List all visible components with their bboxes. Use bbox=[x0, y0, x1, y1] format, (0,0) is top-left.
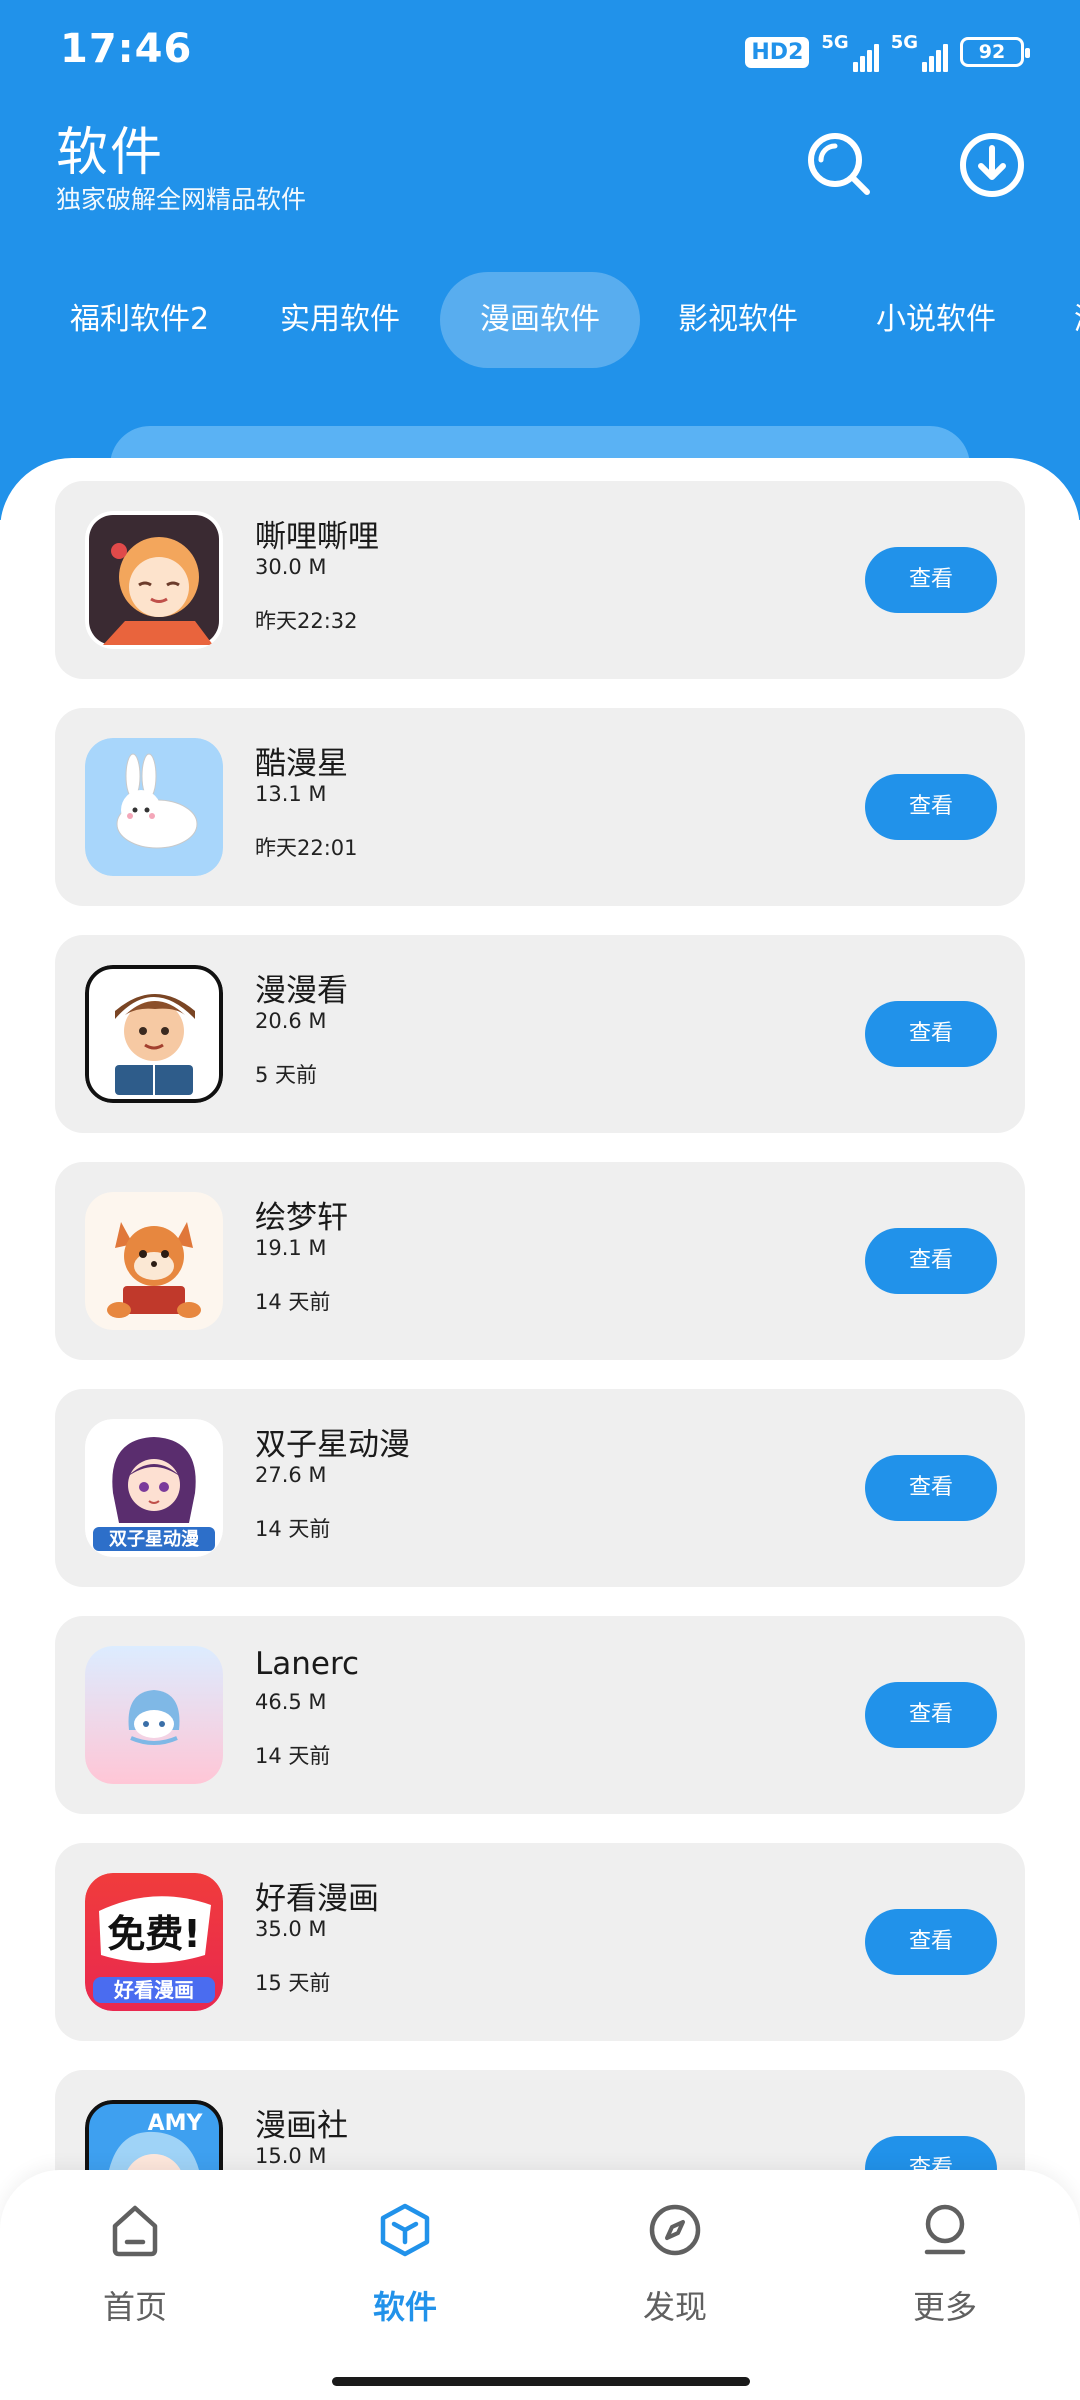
view-button[interactable]: 查看 bbox=[865, 1909, 997, 1975]
app-name: 好看漫画 bbox=[255, 1881, 379, 1917]
network-type-label: 5G bbox=[821, 32, 849, 53]
download-icon bbox=[960, 133, 1024, 197]
app-card[interactable]: 酷漫星 13.1 M 昨天22:01 查看 bbox=[55, 708, 1025, 906]
nav-more[interactable]: 更多 bbox=[855, 2200, 1035, 2350]
app-icon: 免费! 好看漫画 bbox=[85, 1873, 223, 2011]
app-updated-time: 14 天前 bbox=[255, 1744, 331, 1768]
tab-games[interactable]: 游 bbox=[1034, 272, 1080, 368]
nav-label: 软件 bbox=[372, 2288, 437, 2326]
compass-icon bbox=[649, 2204, 701, 2256]
icon-logo-text-2: 好看漫画 bbox=[113, 1978, 194, 2002]
app-size: 15.0 M bbox=[255, 2144, 327, 2168]
app-list-panel: 嘶哩嘶哩 30.0 M 昨天22:32 查看 酷漫星 13.1 M 昨天22:0… bbox=[0, 458, 1080, 2400]
bottom-nav: 首页 软件 发现 更多 bbox=[0, 2170, 1080, 2400]
home-indicator[interactable] bbox=[332, 2377, 750, 2386]
nav-label: 首页 bbox=[102, 2288, 167, 2326]
nav-discover[interactable]: 发现 bbox=[585, 2200, 765, 2350]
app-icon: 双子星动漫 bbox=[85, 1419, 223, 1557]
app-name: 漫画社 bbox=[255, 2108, 348, 2144]
view-button[interactable]: 查看 bbox=[865, 1001, 997, 1067]
app-card[interactable]: Lanerc 46.5 M 14 天前 查看 bbox=[55, 1616, 1025, 1814]
app-name: 酷漫星 bbox=[255, 746, 348, 782]
app-size: 13.1 M bbox=[255, 782, 327, 806]
app-card[interactable]: 双子星动漫 双子星动漫 27.6 M 14 天前 查看 bbox=[55, 1389, 1025, 1587]
status-bar: 17:46 HD2 5G 5G 92 bbox=[0, 0, 1080, 100]
nav-label: 发现 bbox=[642, 2288, 707, 2326]
app-updated-time: 昨天22:01 bbox=[255, 836, 358, 860]
icon-logo-text: 免费! bbox=[107, 1912, 200, 1956]
nav-home[interactable]: 首页 bbox=[45, 2200, 225, 2350]
search-button[interactable] bbox=[800, 125, 880, 205]
box-icon bbox=[380, 2203, 430, 2257]
app-card[interactable]: 漫漫看 20.6 M 5 天前 查看 bbox=[55, 935, 1025, 1133]
battery-icon: 92 bbox=[960, 37, 1030, 67]
app-size: 46.5 M bbox=[255, 1690, 327, 1714]
tab-welfare[interactable]: 福利软件2 bbox=[30, 272, 249, 368]
app-size: 30.0 M bbox=[255, 555, 327, 579]
user-icon bbox=[924, 2204, 966, 2255]
app-name: Lanerc bbox=[255, 1646, 360, 1682]
view-button[interactable]: 查看 bbox=[865, 1455, 997, 1521]
download-button[interactable] bbox=[952, 125, 1032, 205]
search-icon bbox=[808, 133, 870, 195]
app-icon bbox=[85, 511, 223, 649]
category-tabs: 福利软件2 实用软件 漫画软件 影视软件 小说软件 游 bbox=[0, 270, 1080, 370]
view-button[interactable]: 查看 bbox=[865, 1682, 997, 1748]
app-card[interactable]: 免费! 好看漫画 好看漫画 35.0 M 15 天前 查看 bbox=[55, 1843, 1025, 2041]
app-updated-time: 昨天22:32 bbox=[255, 609, 358, 633]
signal-icon: 5G bbox=[891, 32, 948, 72]
app-updated-time: 5 天前 bbox=[255, 1063, 318, 1087]
page-header: 软件 独家破解全网精品软件 bbox=[0, 100, 1080, 250]
view-button[interactable]: 查看 bbox=[865, 774, 997, 840]
tab-video[interactable]: 影视软件 bbox=[638, 272, 838, 368]
status-indicators: HD2 5G 5G 92 bbox=[745, 30, 1030, 74]
app-size: 20.6 M bbox=[255, 1009, 327, 1033]
hd-badge: HD2 bbox=[745, 36, 810, 68]
home-icon bbox=[112, 2205, 158, 2257]
page-title: 软件 bbox=[56, 123, 165, 183]
app-name: 绘梦轩 bbox=[255, 1200, 348, 1236]
app-icon bbox=[85, 1646, 223, 1784]
app-updated-time: 15 天前 bbox=[255, 1971, 331, 1995]
app-icon bbox=[85, 1192, 223, 1330]
tab-utility[interactable]: 实用软件 bbox=[240, 272, 440, 368]
view-button[interactable]: 查看 bbox=[865, 1228, 997, 1294]
view-button[interactable]: 查看 bbox=[865, 547, 997, 613]
app-icon bbox=[85, 965, 223, 1103]
app-size: 35.0 M bbox=[255, 1917, 327, 1941]
status-time: 17:46 bbox=[60, 26, 193, 72]
app-name: 漫漫看 bbox=[255, 973, 348, 1009]
app-updated-time: 14 天前 bbox=[255, 1517, 331, 1541]
app-name: 双子星动漫 bbox=[255, 1427, 410, 1463]
battery-level: 92 bbox=[978, 41, 1006, 63]
app-card[interactable]: 绘梦轩 19.1 M 14 天前 查看 bbox=[55, 1162, 1025, 1360]
app-card[interactable]: 嘶哩嘶哩 30.0 M 昨天22:32 查看 bbox=[55, 481, 1025, 679]
app-name: 嘶哩嘶哩 bbox=[255, 519, 379, 555]
nav-software[interactable]: 软件 bbox=[315, 2200, 495, 2350]
nav-label: 更多 bbox=[912, 2288, 977, 2326]
page-subtitle: 独家破解全网精品软件 bbox=[56, 185, 307, 214]
app-icon bbox=[85, 738, 223, 876]
app-updated-time: 14 天前 bbox=[255, 1290, 331, 1314]
icon-logo-text: 双子星动漫 bbox=[109, 1529, 200, 1550]
app-size: 19.1 M bbox=[255, 1236, 327, 1260]
signal-icon: 5G bbox=[821, 32, 879, 72]
tab-novel[interactable]: 小说软件 bbox=[836, 272, 1036, 368]
app-size: 27.6 M bbox=[255, 1463, 327, 1487]
network-type-label: 5G bbox=[890, 32, 918, 53]
tab-comics[interactable]: 漫画软件 bbox=[440, 272, 640, 368]
